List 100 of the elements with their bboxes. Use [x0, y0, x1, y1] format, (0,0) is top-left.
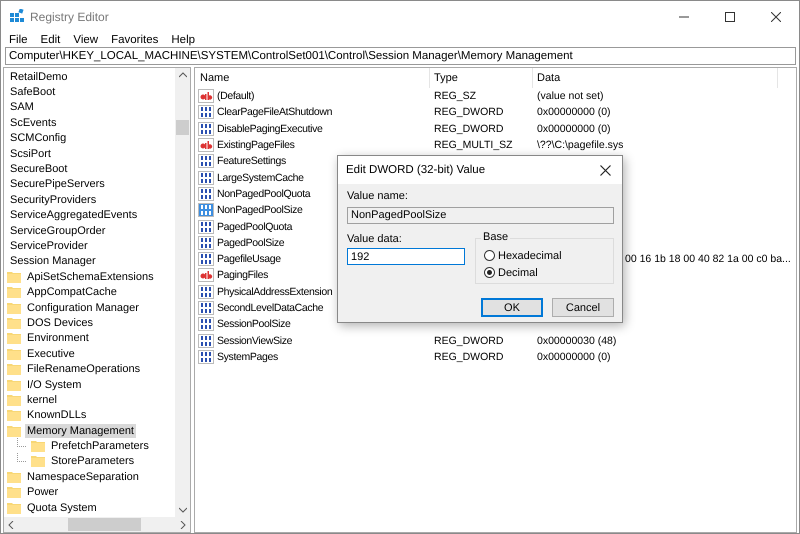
radio-label[interactable]: Decimal: [498, 266, 538, 278]
value-name[interactable]: DisablePagingExecutive: [217, 122, 323, 135]
value-name[interactable]: SessionViewSize: [217, 334, 292, 347]
tree-item[interactable]: I/O System: [25, 378, 84, 392]
value-type: REG_DWORD: [434, 106, 504, 118]
folder-icon: [7, 394, 21, 406]
value-name-field: NonPagedPoolSize: [347, 207, 614, 224]
folder-icon: [7, 424, 21, 437]
horizontal-scrollbar[interactable]: [4, 517, 190, 532]
value-name[interactable]: PagingFiles: [217, 269, 268, 282]
tree-item[interactable]: Environment: [25, 331, 91, 346]
folder-icon: [31, 455, 45, 468]
value-name[interactable]: SystemPages: [217, 350, 278, 363]
field-label: Value data:: [347, 232, 403, 246]
folder-icon: [7, 409, 21, 422]
value-name[interactable]: PagefileUsage: [217, 253, 281, 266]
tree-item[interactable]: SecurityProviders: [8, 192, 98, 207]
value-name[interactable]: LargeSystemCache: [217, 172, 304, 184]
tree-item[interactable]: FileRenameOperations: [25, 362, 142, 376]
tree-item[interactable]: ScEvents: [8, 116, 58, 130]
column-header[interactable]: Data: [533, 68, 778, 88]
tree-item[interactable]: SafeBoot: [8, 85, 58, 100]
tree-item[interactable]: SAM: [8, 100, 36, 114]
menu-item[interactable]: Favorites: [111, 34, 158, 46]
value-type: REG_DWORD: [434, 350, 504, 363]
folder-icon: [7, 486, 21, 498]
radio-label[interactable]: Hexadecimal: [498, 250, 562, 262]
value-name[interactable]: PagedPoolSize: [217, 236, 284, 249]
value-type: REG_SZ: [434, 90, 476, 102]
value-name[interactable]: FeatureSettings: [217, 155, 286, 168]
maximize-icon: [725, 12, 735, 22]
menu-item[interactable]: Edit: [40, 34, 60, 46]
value-data: (value not set): [537, 90, 604, 102]
scroll-left-icon[interactable]: [8, 520, 14, 528]
tree-item[interactable]: Executive: [25, 346, 77, 361]
value-data: 0x00000000 (0): [537, 350, 611, 363]
menu-item[interactable]: Help: [171, 34, 196, 46]
scroll-up-icon[interactable]: [178, 72, 186, 78]
tree-item[interactable]: Quota System: [25, 500, 99, 515]
folder-icon: [7, 302, 21, 314]
value-name[interactable]: SecondLevelDataCache: [217, 302, 324, 314]
ok-button[interactable]: OK: [481, 298, 543, 317]
tree-item[interactable]: ApiSetSchemaExtensions: [25, 270, 156, 284]
tree-item[interactable]: Power: [25, 485, 60, 500]
radio-button[interactable]: [484, 267, 495, 278]
tree-item[interactable]: SecurePipeServers: [8, 177, 107, 192]
radio-button[interactable]: [484, 250, 495, 261]
value-data: 0x00000000 (0): [537, 122, 611, 135]
folder-icon: [31, 440, 45, 452]
folder-icon: [7, 502, 21, 514]
value-name[interactable]: ExistingPageFiles: [217, 139, 295, 152]
menu-item[interactable]: File: [9, 34, 28, 46]
scrollbar-thumb[interactable]: [176, 120, 189, 135]
folder-icon: [7, 348, 21, 360]
column-header[interactable]: Type: [430, 68, 533, 88]
folder-icon: [7, 316, 21, 329]
value-name[interactable]: NonPagedPoolSize: [217, 204, 302, 216]
value-name[interactable]: ClearPageFileAtShutdown: [217, 106, 332, 118]
value-name[interactable]: (Default): [217, 90, 254, 102]
tree-item[interactable]: SecureBoot: [8, 162, 70, 176]
value-data-field[interactable]: 192: [347, 248, 465, 265]
value-name[interactable]: PagedPoolQuota: [217, 220, 292, 233]
tree-item[interactable]: Memory Management: [25, 424, 136, 438]
vertical-scrollbar[interactable]: [175, 68, 190, 517]
value-name[interactable]: NonPagedPoolQuota: [217, 188, 310, 200]
value-data: \??\C:\pagefile.sys: [537, 139, 624, 152]
tree-item[interactable]: kernel: [25, 392, 59, 407]
folder-icon: [7, 332, 21, 344]
tree-item[interactable]: Session Manager: [8, 254, 98, 268]
value-name[interactable]: SessionPoolSize: [217, 318, 291, 330]
tree-item[interactable]: ServiceProvider: [8, 238, 90, 253]
tree-item[interactable]: ServiceGroupOrder: [8, 224, 108, 238]
value-type: REG_MULTI_SZ: [434, 139, 513, 152]
tree-item[interactable]: ServiceAggregatedEvents: [8, 208, 140, 222]
value-name[interactable]: PhysicalAddressExtension: [217, 286, 332, 298]
menu-item[interactable]: View: [73, 34, 98, 46]
column-header[interactable]: Name: [195, 68, 430, 88]
address-field[interactable]: Computer\HKEY_LOCAL_MACHINE\SYSTEM\ControlSet001\Control\Session Manager\Memory Management: [5, 47, 796, 65]
folder-icon: [7, 286, 21, 298]
value-type: REG_DWORD: [434, 334, 504, 347]
tree-item[interactable]: Configuration Manager: [25, 300, 141, 315]
tree-item[interactable]: StoreParameters: [49, 454, 136, 468]
tree-item[interactable]: ScsiPort: [8, 146, 53, 161]
value-data: 0x00000000 (0): [537, 106, 611, 118]
scrollbar-thumb[interactable]: [68, 518, 141, 531]
cancel-button[interactable]: Cancel: [552, 298, 614, 317]
tree-item[interactable]: NamespaceSeparation: [25, 470, 141, 484]
window-title: Registry Editor: [30, 10, 109, 24]
dialog-title: Edit DWORD (32-bit) Value: [346, 164, 486, 176]
value-type: REG_DWORD: [434, 122, 504, 135]
tree-item[interactable]: AppCompatCache: [25, 285, 119, 300]
scroll-right-icon[interactable]: [180, 520, 186, 528]
scroll-down-icon[interactable]: [178, 507, 186, 513]
tree-item[interactable]: DOS Devices: [25, 316, 96, 330]
tree-item[interactable]: KnownDLLs: [25, 408, 88, 422]
folder-icon: [7, 470, 21, 483]
tree-item[interactable]: RetailDemo: [8, 70, 70, 84]
close-icon: [600, 164, 610, 176]
tree-item[interactable]: PrefetchParameters: [49, 439, 151, 454]
tree-item[interactable]: SCMConfig: [8, 131, 68, 146]
